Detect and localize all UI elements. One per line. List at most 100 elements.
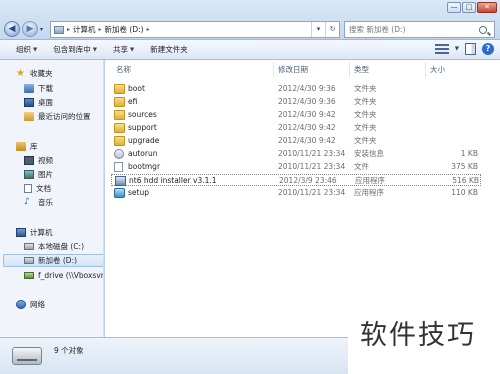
file-size: 375 KB — [451, 162, 478, 171]
change-view-icon[interactable] — [434, 43, 449, 55]
file-name: boot — [128, 84, 145, 93]
new-folder-label: 新建文件夹 — [150, 45, 188, 54]
share-label: 共享 — [112, 45, 128, 54]
column-divider[interactable] — [425, 62, 426, 77]
column-divider[interactable] — [273, 62, 274, 77]
file-date: 2012/4/30 9:42 — [278, 110, 336, 119]
setup-icon — [114, 188, 125, 198]
recent-pages-dropdown[interactable]: ▾ — [40, 26, 43, 33]
include-in-library-label: 包含到库中 — [53, 45, 91, 54]
file-type: 文件夹 — [354, 136, 377, 145]
new-folder-button[interactable]: 新建文件夹 — [142, 44, 196, 55]
file-size: 110 KB — [451, 188, 478, 197]
sidebar-item-videos[interactable]: 视频 — [24, 154, 103, 167]
folder-icon — [114, 123, 125, 133]
file-type: 文件 — [354, 162, 369, 171]
breadcrumb-separator-icon[interactable]: ▸ — [147, 26, 150, 33]
sidebar-item-libraries[interactable]: 库 — [16, 140, 103, 153]
file-date: 2012/4/30 9:36 — [278, 97, 336, 106]
column-header-name[interactable]: 名称 — [116, 64, 131, 76]
sidebar-item-label: 最近访问的位置 — [38, 112, 91, 121]
document-icon — [24, 184, 32, 193]
breadcrumb-drive-d[interactable]: 新加卷 (D:) — [105, 24, 144, 35]
file-row[interactable]: support 2012/4/30 9:42 文件夹 — [111, 122, 481, 134]
column-divider[interactable] — [349, 62, 350, 77]
preview-pane-icon[interactable] — [465, 43, 476, 55]
folder-icon — [114, 84, 125, 94]
file-size: 516 KB — [452, 176, 479, 185]
maximize-button[interactable]: □ — [462, 2, 476, 13]
file-row[interactable]: setup 2010/11/21 23:34 应用程序 110 KB — [111, 187, 481, 199]
minimize-button[interactable]: — — [447, 2, 461, 13]
file-name: sources — [128, 110, 157, 119]
help-icon[interactable]: ? — [482, 43, 494, 55]
file-type: 文件夹 — [354, 97, 377, 106]
sidebar-item-local-disk-c[interactable]: 本地磁盘 (C:) — [24, 240, 103, 253]
sidebar-item-computer[interactable]: 计算机 — [16, 226, 103, 239]
network-drive-icon — [24, 272, 34, 279]
file-date: 2012/4/30 9:42 — [278, 123, 336, 132]
breadcrumb-separator-icon[interactable]: ▸ — [99, 26, 102, 33]
address-dropdown-icon[interactable]: ▾ — [311, 22, 325, 37]
sidebar-item-desktop[interactable]: 桌面 — [24, 96, 103, 109]
sidebar-item-label: 音乐 — [38, 198, 53, 207]
computer-icon — [54, 25, 64, 34]
breadcrumb-separator-icon[interactable]: ▸ — [67, 26, 70, 33]
chevron-down-icon[interactable]: ▼ — [455, 46, 459, 52]
sidebar-item-label: 新加卷 (D:) — [38, 256, 78, 265]
file-type: 应用程序 — [355, 176, 385, 185]
sidebar-item-label: 收藏夹 — [30, 69, 53, 78]
chevron-down-icon: ▼ — [129, 46, 135, 53]
address-bar[interactable]: ▸ 计算机 ▸ 新加卷 (D:) ▸ ▾ ↻ — [50, 21, 340, 38]
sidebar-item-downloads[interactable]: 下载 — [24, 82, 103, 95]
organize-button[interactable]: 组织 ▼ — [8, 44, 45, 55]
column-header-type[interactable]: 类型 — [354, 64, 369, 76]
watermark-text: 软件技巧 — [360, 320, 476, 351]
file-row[interactable]: bootmgr 2010/11/21 23:34 文件 375 KB — [111, 161, 481, 173]
sidebar-item-drive-d[interactable]: 新加卷 (D:) — [3, 254, 103, 267]
file-row[interactable]: efi 2012/4/30 9:36 文件夹 — [111, 96, 481, 108]
column-header-size[interactable]: 大小 — [430, 64, 445, 76]
file-date: 2010/11/21 23:34 — [278, 149, 346, 158]
file-size: 1 KB — [460, 149, 478, 158]
sidebar-item-f-drive[interactable]: f_drive (\\Vboxsvr) — [24, 269, 103, 282]
computer-icon — [16, 228, 26, 237]
file-date: 2012/4/30 9:36 — [278, 84, 336, 93]
sidebar-item-label: 计算机 — [30, 228, 53, 237]
search-box[interactable] — [344, 21, 495, 38]
sidebar-item-label: 库 — [30, 142, 38, 151]
search-input[interactable] — [349, 25, 477, 34]
include-in-library-button[interactable]: 包含到库中 ▼ — [45, 44, 105, 55]
column-header-date[interactable]: 修改日期 — [278, 64, 308, 76]
file-name: bootmgr — [128, 162, 161, 171]
hard-drive-icon — [24, 243, 34, 250]
sidebar-item-music[interactable]: ♪ 音乐 — [24, 196, 103, 209]
sidebar-item-pictures[interactable]: 图片 — [24, 168, 103, 181]
close-button[interactable]: ✕ — [477, 2, 497, 13]
sidebar-item-network[interactable]: 网络 — [16, 298, 103, 311]
hard-drive-icon — [12, 347, 42, 365]
sidebar-item-favorites[interactable]: ★ 收藏夹 — [16, 67, 103, 80]
forward-button[interactable]: ▶ — [22, 21, 38, 37]
file-name: support — [128, 123, 157, 132]
file-row-selected[interactable]: nt6 hdd installer v3.1.1 2012/3/9 23:46 … — [111, 174, 481, 186]
file-row[interactable]: upgrade 2012/4/30 9:42 文件夹 — [111, 135, 481, 147]
app-icon — [115, 176, 126, 186]
file-name: nt6 hdd installer v3.1.1 — [129, 176, 217, 185]
file-row[interactable]: sources 2012/4/30 9:42 文件夹 — [111, 109, 481, 121]
refresh-icon[interactable]: ↻ — [325, 22, 339, 37]
item-count: 9 个对象 — [54, 346, 84, 355]
sidebar-item-recent-places[interactable]: 最近访问的位置 — [24, 110, 103, 123]
share-button[interactable]: 共享 ▼ — [105, 44, 142, 55]
search-icon[interactable] — [479, 25, 487, 34]
library-icon — [16, 142, 26, 151]
breadcrumb-computer[interactable]: 计算机 — [73, 24, 96, 35]
file-date: 2010/11/21 23:34 — [278, 188, 346, 197]
sidebar-item-documents[interactable]: 文档 — [24, 182, 103, 195]
file-row[interactable]: autorun 2010/11/21 23:34 安装信息 1 KB — [111, 148, 481, 160]
recent-places-icon — [24, 112, 34, 121]
network-icon — [16, 300, 26, 309]
file-row[interactable]: boot 2012/4/30 9:36 文件夹 — [111, 83, 481, 95]
file-icon — [114, 162, 123, 172]
back-button[interactable]: ◀ — [4, 21, 20, 37]
